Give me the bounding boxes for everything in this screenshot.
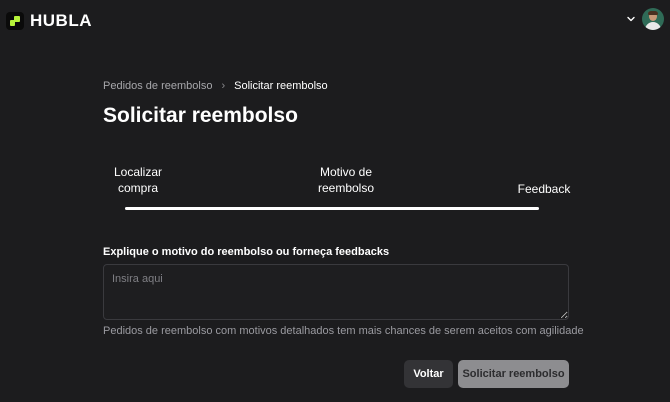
step-label-line1: Feedback	[517, 182, 571, 196]
brand-logo[interactable]: HUBLA	[6, 11, 92, 31]
step-feedback: Feedback	[516, 181, 572, 197]
refund-reason-textarea[interactable]	[103, 264, 569, 320]
progress-fill	[125, 207, 539, 210]
brand-name: HUBLA	[30, 11, 92, 30]
step-label-line1: Motivo de	[319, 165, 373, 179]
user-menu[interactable]	[626, 8, 664, 30]
page-title: Solicitar reembolso	[103, 104, 298, 127]
step-label-line1: Localizar	[113, 165, 163, 179]
breadcrumb: Pedidos de reembolso › Solicitar reembol…	[103, 80, 328, 92]
step-label-line2: reembolso	[317, 181, 375, 195]
back-button[interactable]: Voltar	[404, 360, 453, 388]
breadcrumb-current: Solicitar reembolso	[234, 80, 328, 92]
progress-track	[125, 207, 539, 210]
chevron-down-icon[interactable]	[626, 14, 636, 24]
breadcrumb-link-pedidos[interactable]: Pedidos de reembolso	[103, 80, 212, 92]
step-label-line2: compra	[117, 181, 158, 195]
refund-reason-hint: Pedidos de reembolso com motivos detalha…	[103, 325, 584, 337]
top-bar: HUBLA	[0, 0, 670, 44]
refund-reason-label: Explique o motivo do reembolso ou forneç…	[103, 246, 390, 258]
chevron-right-icon: ›	[221, 80, 226, 92]
hubla-logo-icon	[6, 12, 24, 30]
step-localizar-compra: Localizar compra	[108, 164, 168, 196]
step-motivo-reembolso: Motivo de reembolso	[310, 164, 382, 196]
submit-refund-button[interactable]: Solicitar reembolso	[458, 360, 569, 388]
avatar[interactable]	[642, 8, 664, 30]
